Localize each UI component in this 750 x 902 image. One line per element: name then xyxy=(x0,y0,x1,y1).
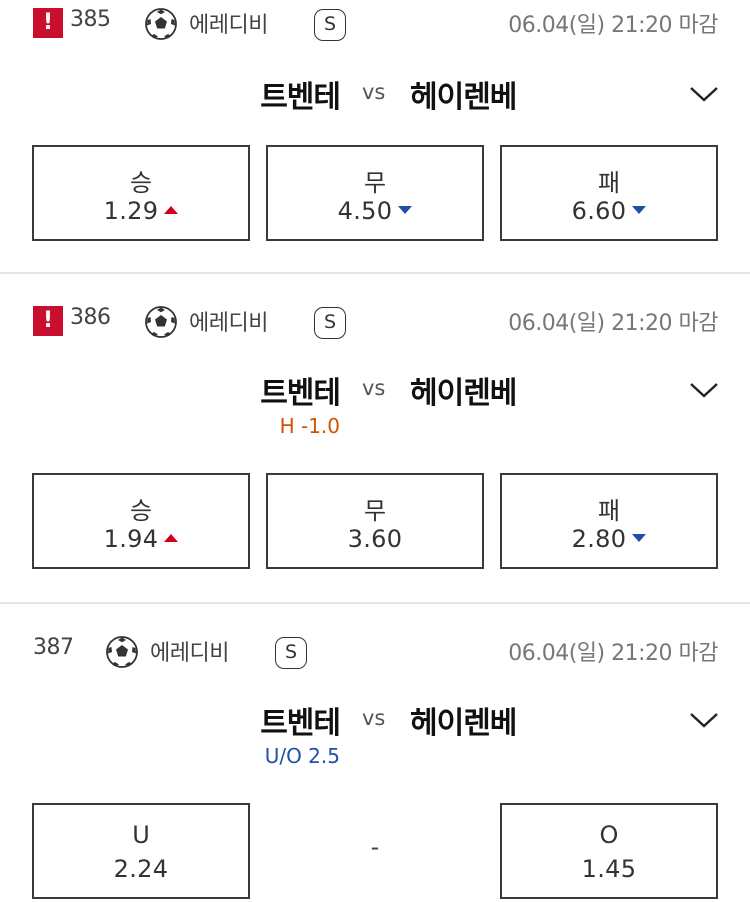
odds-value: 4.50 xyxy=(268,197,482,225)
chevron-down-icon[interactable] xyxy=(689,381,719,399)
trend-down-icon xyxy=(398,206,413,214)
odds-row: 승 1.29 무 4.50 패 6.60 xyxy=(32,145,718,241)
match-meta: ! 386 에레디비 S 06.04(일) 21:20 마감 xyxy=(0,274,750,339)
odds-label: U xyxy=(132,821,150,849)
odds-under-button[interactable]: U 2.24 xyxy=(32,803,250,899)
odds-value: 3.60 xyxy=(347,525,403,553)
chevron-down-icon[interactable] xyxy=(689,85,719,103)
odds-value: 1.29 xyxy=(34,197,248,225)
away-team: 헤이렌베 xyxy=(410,706,517,741)
special-badge: S xyxy=(275,637,307,669)
odds-draw-button[interactable]: 무 4.50 xyxy=(266,145,484,241)
alert-badge-icon: ! xyxy=(33,306,63,336)
vs-label: vs xyxy=(362,80,386,104)
match-card-386: ! 386 에레디비 S 06.04(일) 21:20 마감 트벤테 vs 헤이… xyxy=(0,274,750,604)
soccer-ball-icon xyxy=(106,636,138,668)
handicap-label: H -1.0 xyxy=(279,414,340,438)
teams-row: 트벤테 vs 헤이렌베 xyxy=(0,698,750,741)
match-meta: ! 385 에레디비 S 06.04(일) 21:20 마감 xyxy=(0,0,750,48)
trend-up-icon xyxy=(164,206,179,214)
chevron-down-icon[interactable] xyxy=(689,711,719,729)
deadline-time: 06.04(일) 21:20 마감 xyxy=(508,311,718,336)
odds-value: 2.80 xyxy=(502,525,716,553)
special-badge: S xyxy=(314,9,346,41)
odds-draw-button[interactable]: 무 3.60 xyxy=(266,473,484,569)
match-card-387: 387 에레디비 S 06.04(일) 21:20 마감 트벤테 vs 헤이렌베… xyxy=(0,604,750,902)
odds-label: 무 xyxy=(363,169,387,197)
league-name: 에레디비 xyxy=(189,13,268,38)
odds-over-button[interactable]: O 1.45 xyxy=(500,803,718,899)
odds-empty-dash: - xyxy=(370,833,380,861)
odds-label: 승 xyxy=(129,169,153,197)
home-team: 트벤테 xyxy=(260,80,341,115)
under-over-label: U/O 2.5 xyxy=(264,744,340,768)
trend-down-icon xyxy=(632,534,647,542)
odds-label: 무 xyxy=(363,497,387,525)
teams-row: 트벤테 vs 헤이렌베 xyxy=(0,72,750,115)
match-number: 387 xyxy=(33,635,74,660)
odds-value: 1.94 xyxy=(34,525,248,553)
odds-win-button[interactable]: 승 1.29 xyxy=(32,145,250,241)
odds-row: U 2.24 - O 1.45 xyxy=(32,803,718,899)
odds-label: 승 xyxy=(129,497,153,525)
home-team: 트벤테 xyxy=(260,376,341,411)
trend-down-icon xyxy=(632,206,647,214)
league-name: 에레디비 xyxy=(150,641,229,666)
odds-label: 패 xyxy=(597,497,621,525)
alert-badge-icon: ! xyxy=(33,8,63,38)
soccer-ball-icon xyxy=(145,306,177,338)
match-meta: 387 에레디비 S 06.04(일) 21:20 마감 xyxy=(0,604,750,669)
match-number: 385 xyxy=(70,7,111,32)
odds-value: 2.24 xyxy=(113,855,169,883)
soccer-ball-icon xyxy=(145,8,177,40)
odds-lose-button[interactable]: 패 6.60 xyxy=(500,145,718,241)
deadline-time: 06.04(일) 21:20 마감 xyxy=(508,13,718,38)
teams-row: 트벤테 vs 헤이렌베 xyxy=(0,368,750,411)
away-team: 헤이렌베 xyxy=(410,376,517,411)
vs-label: vs xyxy=(362,376,386,400)
away-team: 헤이렌베 xyxy=(410,80,517,115)
deadline-time: 06.04(일) 21:20 마감 xyxy=(508,641,718,666)
trend-up-icon xyxy=(164,534,179,542)
vs-label: vs xyxy=(362,706,386,730)
special-badge: S xyxy=(314,307,346,339)
odds-value: 6.60 xyxy=(502,197,716,225)
match-card-385: ! 385 에레디비 S 06.04(일) 21:20 마감 트벤테 vs 헤이… xyxy=(0,0,750,274)
home-team: 트벤테 xyxy=(260,706,341,741)
odds-label: O xyxy=(599,821,619,849)
odds-label: 패 xyxy=(597,169,621,197)
match-number: 386 xyxy=(70,305,111,330)
odds-value: 1.45 xyxy=(581,855,637,883)
odds-row: 승 1.94 무 3.60 패 2.80 xyxy=(32,473,718,569)
odds-win-button[interactable]: 승 1.94 xyxy=(32,473,250,569)
league-name: 에레디비 xyxy=(189,311,268,336)
odds-lose-button[interactable]: 패 2.80 xyxy=(500,473,718,569)
